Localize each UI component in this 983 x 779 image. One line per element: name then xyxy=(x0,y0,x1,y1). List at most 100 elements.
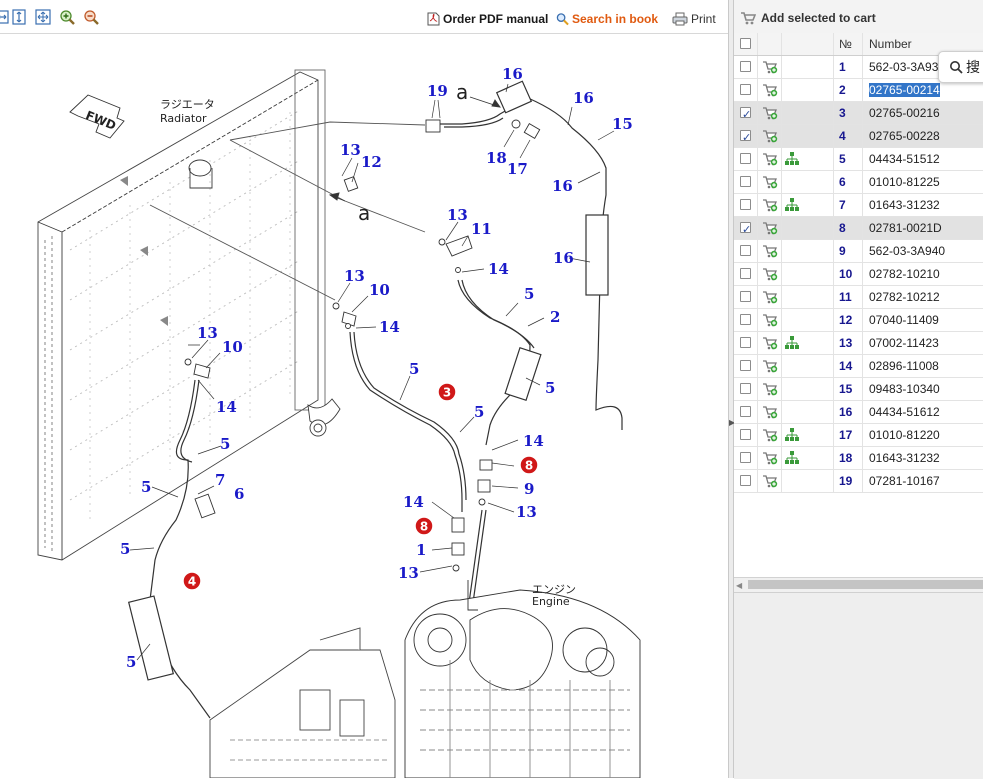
table-row[interactable]: 11 02782-10212 xyxy=(734,286,983,309)
add-to-cart-icon[interactable] xyxy=(762,266,778,282)
table-row[interactable]: 9 562-03-3A940 xyxy=(734,240,983,263)
search-in-book-button[interactable]: Search in book xyxy=(556,11,658,27)
row-checkbox[interactable] xyxy=(740,153,751,164)
badge-4[interactable]: 4 xyxy=(182,571,202,591)
structure-tree-icon[interactable] xyxy=(784,450,800,466)
add-to-cart-icon[interactable] xyxy=(762,59,778,75)
table-row[interactable]: 7 01643-31232 xyxy=(734,194,983,217)
add-to-cart-icon[interactable] xyxy=(762,381,778,397)
table-row[interactable]: 10 02782-10210 xyxy=(734,263,983,286)
select-all-checkbox[interactable] xyxy=(740,38,751,49)
part-number-text[interactable]: 02765-00214 xyxy=(869,83,940,97)
part-number-text[interactable]: 02896-11008 xyxy=(869,359,939,373)
add-to-cart-icon[interactable] xyxy=(762,450,778,466)
table-row[interactable]: 18 01643-31232 xyxy=(734,447,983,470)
zoom-in-icon[interactable] xyxy=(59,9,75,25)
add-selected-to-cart-button[interactable]: Add selected to cart xyxy=(740,11,876,25)
structure-tree-icon[interactable] xyxy=(784,197,800,213)
row-checkbox[interactable] xyxy=(740,452,751,463)
row-checkbox[interactable] xyxy=(740,337,751,348)
add-to-cart-icon[interactable] xyxy=(762,197,778,213)
table-row[interactable]: 12 07040-11409 xyxy=(734,309,983,332)
add-to-cart-icon[interactable] xyxy=(762,404,778,420)
part-number-text[interactable]: 02782-10212 xyxy=(869,290,940,304)
fit-page-icon[interactable] xyxy=(35,9,51,25)
add-to-cart-icon[interactable] xyxy=(762,105,778,121)
table-row[interactable]: 6 01010-81225 xyxy=(734,171,983,194)
add-to-cart-icon[interactable] xyxy=(762,174,778,190)
part-number-text[interactable]: 07281-10167 xyxy=(869,474,940,488)
table-row[interactable]: 19 07281-10167 xyxy=(734,470,983,493)
part-number-text[interactable]: 02765-00216 xyxy=(869,106,940,120)
row-checkbox[interactable]: ✓ xyxy=(740,222,751,236)
fit-height-icon[interactable] xyxy=(11,9,27,25)
add-to-cart-icon[interactable] xyxy=(762,151,778,167)
table-row[interactable]: 13 07002-11423 xyxy=(734,332,983,355)
table-row[interactable]: ✓ 3 02765-00216 xyxy=(734,102,983,125)
row-checkbox[interactable] xyxy=(740,475,751,486)
table-row[interactable]: 14 02896-11008 xyxy=(734,355,983,378)
row-checkbox[interactable] xyxy=(740,360,751,371)
part-number-text[interactable]: 01643-31232 xyxy=(869,198,940,212)
horizontal-scrollbar[interactable]: ◀ xyxy=(734,577,983,592)
badge-3[interactable]: 3 xyxy=(437,382,457,402)
row-checkbox[interactable] xyxy=(740,268,751,279)
row-checkbox[interactable] xyxy=(740,61,751,72)
add-to-cart-icon[interactable] xyxy=(762,312,778,328)
badge-8[interactable]: 8 xyxy=(414,516,434,536)
zoom-out-icon[interactable] xyxy=(83,9,99,25)
structure-tree-icon[interactable] xyxy=(784,151,800,167)
part-number-text[interactable]: 02765-00228 xyxy=(869,129,940,143)
row-checkbox[interactable] xyxy=(740,314,751,325)
part-number-text[interactable]: 09483-10340 xyxy=(869,382,940,396)
row-checkbox[interactable] xyxy=(740,406,751,417)
scrollbar-thumb[interactable] xyxy=(748,580,983,589)
row-tree-cell xyxy=(782,286,834,308)
row-checkbox[interactable] xyxy=(740,84,751,95)
scroll-left-icon[interactable]: ◀ xyxy=(736,581,742,590)
part-number-text[interactable]: 562-03-3A930 xyxy=(869,60,945,74)
row-checkbox[interactable]: ✓ xyxy=(740,107,751,121)
print-button[interactable]: Print xyxy=(672,11,716,27)
table-row[interactable]: 16 04434-51612 xyxy=(734,401,983,424)
table-row[interactable]: 15 09483-10340 xyxy=(734,378,983,401)
part-number-text[interactable]: 04434-51512 xyxy=(869,152,940,166)
table-row[interactable]: ✓ 4 02765-00228 xyxy=(734,125,983,148)
add-to-cart-icon[interactable] xyxy=(762,473,778,489)
part-number-text[interactable]: 02781-0021D xyxy=(869,221,942,235)
fit-width-icon[interactable] xyxy=(0,9,10,25)
add-to-cart-icon[interactable] xyxy=(762,358,778,374)
add-to-cart-icon[interactable] xyxy=(762,82,778,98)
add-to-cart-icon[interactable] xyxy=(762,220,778,236)
search-popup[interactable]: 搜 xyxy=(938,51,983,83)
row-checkbox[interactable] xyxy=(740,429,751,440)
add-to-cart-icon[interactable] xyxy=(762,243,778,259)
badge-8[interactable]: 8 xyxy=(519,455,539,475)
add-to-cart-icon[interactable] xyxy=(762,427,778,443)
add-to-cart-icon[interactable] xyxy=(762,128,778,144)
structure-tree-icon[interactable] xyxy=(784,427,800,443)
part-number-text[interactable]: 04434-51612 xyxy=(869,405,940,419)
order-pdf-button[interactable]: Order PDF manual xyxy=(427,11,548,27)
structure-tree-icon[interactable] xyxy=(784,335,800,351)
add-to-cart-icon[interactable] xyxy=(762,289,778,305)
part-number-text[interactable]: 07040-11409 xyxy=(869,313,939,327)
row-checkbox[interactable] xyxy=(740,199,751,210)
part-number-text[interactable]: 562-03-3A940 xyxy=(869,244,945,258)
row-checkbox-cell xyxy=(734,470,758,492)
row-checkbox[interactable] xyxy=(740,291,751,302)
row-checkbox[interactable]: ✓ xyxy=(740,130,751,144)
column-header-no[interactable]: № xyxy=(834,33,863,55)
row-checkbox[interactable] xyxy=(740,176,751,187)
part-number-text[interactable]: 01643-31232 xyxy=(869,451,940,465)
row-checkbox[interactable] xyxy=(740,383,751,394)
part-number-text[interactable]: 07002-11423 xyxy=(869,336,939,350)
part-number-text[interactable]: 02782-10210 xyxy=(869,267,940,281)
row-checkbox[interactable] xyxy=(740,245,751,256)
table-row[interactable]: 5 04434-51512 xyxy=(734,148,983,171)
table-row[interactable]: ✓ 8 02781-0021D xyxy=(734,217,983,240)
table-row[interactable]: 17 01010-81220 xyxy=(734,424,983,447)
add-to-cart-icon[interactable] xyxy=(762,335,778,351)
part-number-text[interactable]: 01010-81220 xyxy=(869,428,940,442)
part-number-text[interactable]: 01010-81225 xyxy=(869,175,940,189)
